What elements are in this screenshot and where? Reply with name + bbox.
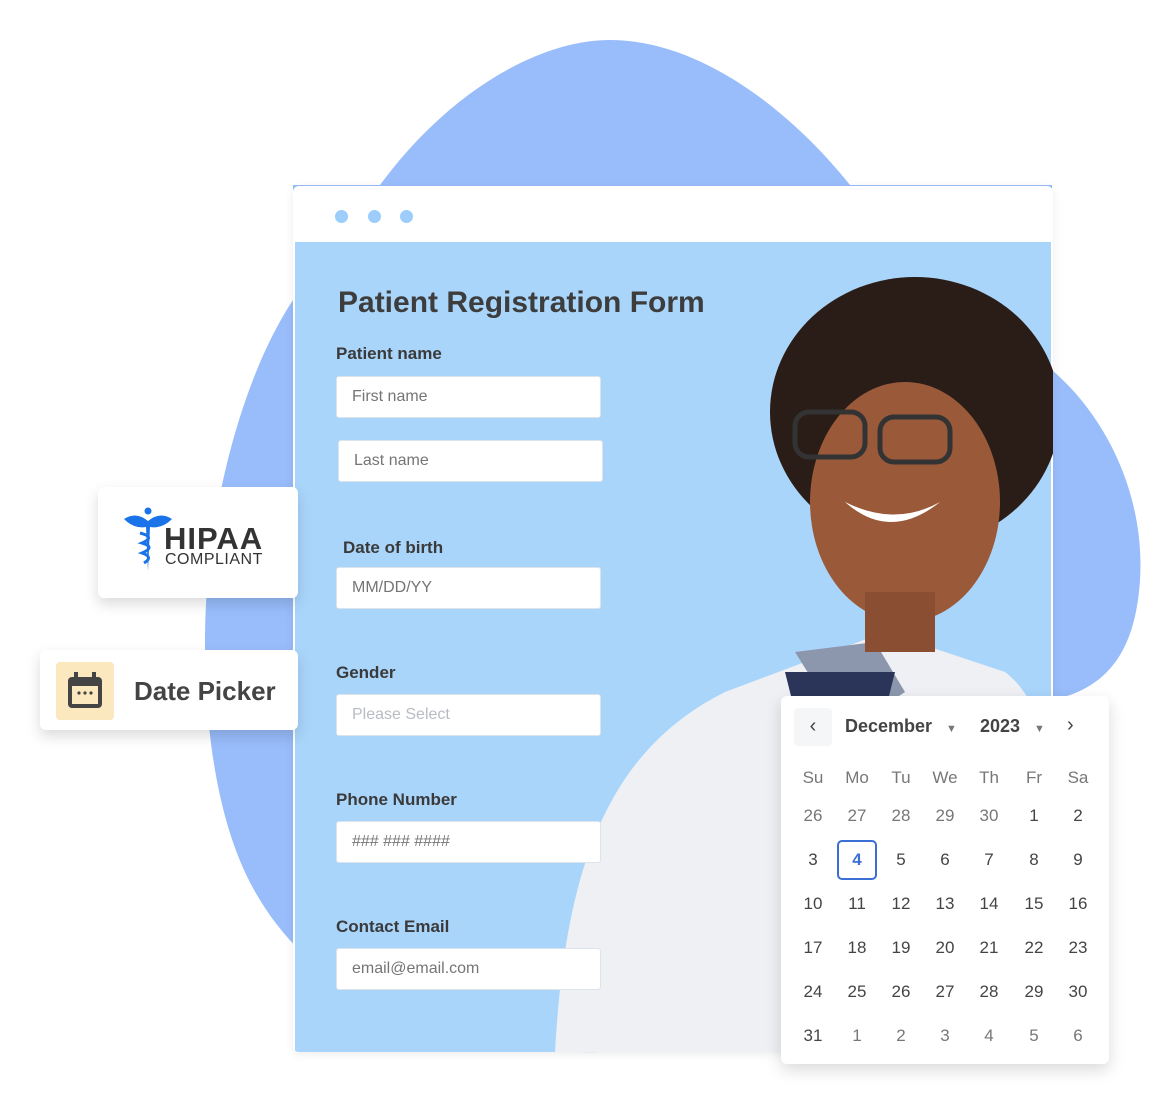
calendar-day[interactable]: 6 [925,840,965,880]
phone-input[interactable] [336,821,601,863]
calendar-day[interactable]: 16 [1058,884,1098,924]
calendar-day[interactable]: 27 [925,972,965,1012]
date-picker-badge: Date Picker [40,650,298,730]
date-picker-label: Date Picker [134,676,276,706]
selected-day[interactable]: 4 [837,840,877,880]
calendar-day[interactable]: 5 [1014,1016,1054,1056]
email-label: Contact Email [336,917,450,936]
month-value: December [845,716,933,736]
calendar-day[interactable]: 26 [881,972,921,1012]
calendar-day[interactable]: 24 [793,972,833,1012]
calendar-day[interactable]: 2 [1058,796,1098,836]
email-input[interactable] [336,948,601,990]
calendar-day[interactable]: 2 [881,1016,921,1056]
calendar-day[interactable]: 13 [925,884,965,924]
dob-label: Date of birth [343,538,444,557]
calendar-icon [56,662,114,720]
calendar-day[interactable]: 11 [837,884,877,924]
calendar-day[interactable]: 12 [881,884,921,924]
calendar-day[interactable]: 7 [969,840,1009,880]
weekday-header: Tu [891,768,911,787]
gender-label: Gender [336,663,396,682]
year-value: 2023 [980,716,1021,736]
calendar-day[interactable]: 22 [1014,928,1054,968]
calendar-day[interactable]: 1 [1014,796,1054,836]
calendar-popup: ‹ December ▼ 2023 ▼ › Su Mo Tu We Th Fr Sa 26 27 28… [781,696,1109,1064]
month-select[interactable]: December ▼ [845,716,957,737]
calendar-day[interactable]: 15 [1014,884,1054,924]
calendar-day[interactable]: 31 [793,1016,833,1056]
calendar-day[interactable]: 5 [881,840,921,880]
calendar-day[interactable]: 18 [837,928,877,968]
weekday-header: Th [979,768,999,787]
hipaa-badge: HIPAA COMPLIANT [98,487,298,598]
window-dot [335,210,348,223]
calendar-day[interactable]: 28 [881,796,921,836]
calendar-day[interactable]: 19 [881,928,921,968]
calendar-day[interactable]: 4 [969,1016,1009,1056]
calendar-day[interactable]: 30 [969,796,1009,836]
window-dot [368,210,381,223]
caret-down-icon: ▼ [946,723,957,735]
weekday-header: Su [802,768,824,787]
calendar-day[interactable]: 30 [1058,972,1098,1012]
calendar-day[interactable]: 3 [793,840,833,880]
caret-down-icon: ▼ [1034,723,1045,735]
weekday-header: Sa [1067,768,1089,787]
form-title: Patient Registration Form [338,286,705,319]
calendar-day[interactable]: 23 [1058,928,1098,968]
weekday-header: We [932,768,958,787]
first-name-input[interactable] [336,376,601,418]
hipaa-subtitle: COMPLIANT [165,551,263,568]
calendar-day[interactable]: 8 [1014,840,1054,880]
calendar-day[interactable]: 14 [969,884,1009,924]
weekday-header: Mo [845,768,869,787]
calendar-day[interactable]: 28 [969,972,1009,1012]
calendar-day[interactable]: 1 [837,1016,877,1056]
gender-select[interactable]: Please Select [336,694,601,736]
phone-label: Phone Number [336,790,457,809]
calendar-day[interactable]: 20 [925,928,965,968]
window-dot [400,210,413,223]
prev-month-button[interactable]: ‹ [794,708,832,746]
weekday-header: Fr [1025,768,1043,787]
patient-name-label: Patient name [336,344,442,363]
calendar-day[interactable]: 25 [837,972,877,1012]
calendar-day[interactable]: 29 [925,796,965,836]
dob-input[interactable] [336,567,601,609]
calendar-day[interactable]: 17 [793,928,833,968]
calendar-day[interactable]: 26 [793,796,833,836]
calendar-day[interactable]: 6 [1058,1016,1098,1056]
calendar-day[interactable]: 21 [969,928,1009,968]
last-name-input[interactable] [338,440,603,482]
next-month-button[interactable]: › [1067,714,1074,737]
year-select[interactable]: 2023 ▼ [980,716,1045,737]
calendar-day[interactable]: 29 [1014,972,1054,1012]
calendar-day[interactable]: 27 [837,796,877,836]
calendar-day[interactable]: 9 [1058,840,1098,880]
calendar-day[interactable]: 10 [793,884,833,924]
calendar-day[interactable]: 3 [925,1016,965,1056]
